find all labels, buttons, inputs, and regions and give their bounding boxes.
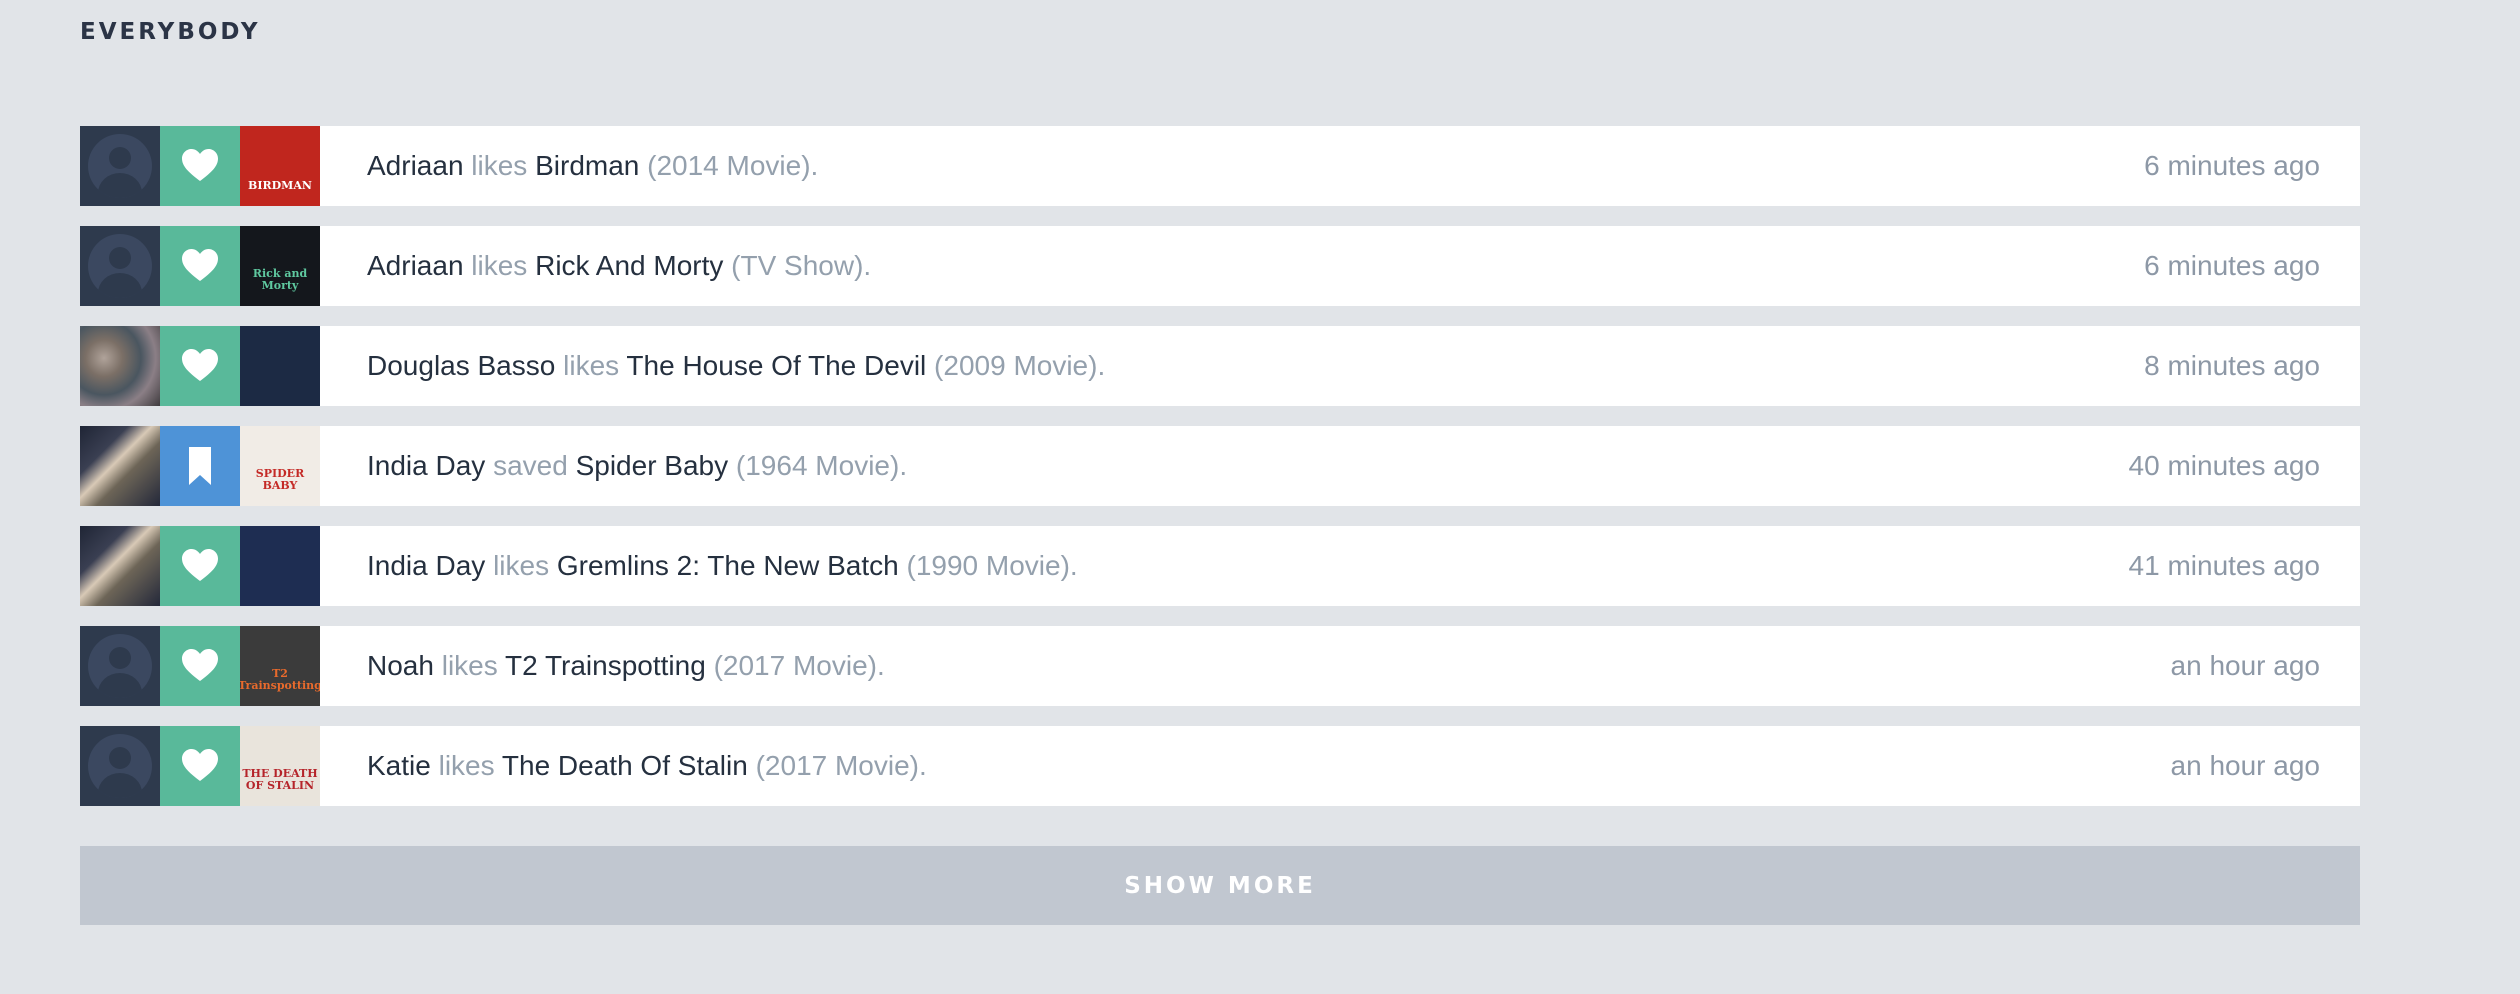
user-placeholder-icon xyxy=(88,734,152,798)
user-avatar[interactable] xyxy=(80,726,160,806)
user-placeholder-icon xyxy=(88,134,152,198)
item-meta: (TV Show). xyxy=(731,250,872,281)
action-badge xyxy=(160,326,240,406)
timestamp: 8 minutes ago xyxy=(2144,350,2320,381)
user-name[interactable]: Douglas Basso xyxy=(367,350,555,381)
feed-item[interactable]: SPIDER BABY India Day saved Spider Baby … xyxy=(80,426,2360,506)
activity-text: Noah likes T2 Trainspotting (2017 Movie)… xyxy=(367,650,885,682)
poster-title: T2 Trainspotting xyxy=(240,667,320,692)
item-meta: (1990 Movie). xyxy=(906,550,1078,581)
poster-title: THE DEATH OF STALIN xyxy=(242,767,318,792)
feed-item[interactable]: Douglas Basso likes The House Of The Dev… xyxy=(80,326,2360,406)
feed-item[interactable]: India Day likes Gremlins 2: The New Batc… xyxy=(80,526,2360,606)
user-avatar[interactable] xyxy=(80,226,160,306)
item-title[interactable]: T2 Trainspotting xyxy=(505,650,706,681)
feed-item[interactable]: T2 Trainspotting Noah likes T2 Trainspot… xyxy=(80,626,2360,706)
action-badge xyxy=(160,626,240,706)
user-name[interactable]: Katie xyxy=(367,750,431,781)
action-badge xyxy=(160,426,240,506)
poster-thumbnail[interactable] xyxy=(240,526,320,606)
feed-item[interactable]: Rick and Morty Adriaan likes Rick And Mo… xyxy=(80,226,2360,306)
activity-text: Adriaan likes Rick And Morty (TV Show). xyxy=(367,250,871,282)
user-name[interactable]: India Day xyxy=(367,450,485,481)
item-title[interactable]: The House Of The Devil xyxy=(626,350,926,381)
item-meta: (2014 Movie). xyxy=(647,150,819,181)
activity-verb: saved xyxy=(493,450,568,481)
item-meta: (1964 Movie). xyxy=(735,450,908,481)
timestamp: 41 minutes ago xyxy=(2128,550,2320,581)
action-badge xyxy=(160,226,240,306)
poster-thumbnail[interactable]: BIRDMAN xyxy=(240,126,320,206)
heart-icon xyxy=(182,649,218,681)
activity-text: Katie likes The Death Of Stalin (2017 Mo… xyxy=(367,750,927,782)
poster-thumbnail[interactable]: T2 Trainspotting xyxy=(240,626,320,706)
timestamp: an hour ago xyxy=(2170,750,2320,781)
activity-verb: likes xyxy=(441,650,498,681)
activity-text: India Day likes Gremlins 2: The New Batc… xyxy=(367,550,1078,582)
user-name[interactable]: India Day xyxy=(367,550,485,581)
activity-verb: likes xyxy=(471,250,528,281)
item-meta: (2017 Movie). xyxy=(713,650,885,681)
poster-thumbnail[interactable]: SPIDER BABY xyxy=(240,426,320,506)
show-more-button[interactable]: SHOW MORE xyxy=(80,846,2360,925)
poster-title: Rick and Morty xyxy=(252,267,308,292)
feed-item[interactable]: BIRDMAN Adriaan likes Birdman (2014 Movi… xyxy=(80,126,2360,206)
heart-icon xyxy=(182,549,218,581)
activity-verb: likes xyxy=(438,750,495,781)
user-placeholder-icon xyxy=(88,234,152,298)
item-title[interactable]: Gremlins 2: The New Batch xyxy=(557,550,899,581)
heart-icon xyxy=(182,249,218,281)
activity-feed: BIRDMAN Adriaan likes Birdman (2014 Movi… xyxy=(80,126,2360,826)
activity-verb: likes xyxy=(493,550,550,581)
item-meta: (2017 Movie). xyxy=(755,750,927,781)
heart-icon xyxy=(182,349,218,381)
bookmark-icon xyxy=(189,447,211,485)
poster-title: BIRDMAN xyxy=(248,179,312,192)
action-badge xyxy=(160,126,240,206)
item-meta: (2009 Movie). xyxy=(934,350,1106,381)
poster-title: SPIDER BABY xyxy=(255,467,305,492)
user-avatar[interactable] xyxy=(80,326,160,406)
activity-text: Douglas Basso likes The House Of The Dev… xyxy=(367,350,1105,382)
item-title[interactable]: Birdman xyxy=(535,150,639,181)
timestamp: 40 minutes ago xyxy=(2128,450,2320,481)
poster-thumbnail[interactable]: Rick and Morty xyxy=(240,226,320,306)
activity-verb: likes xyxy=(563,350,620,381)
user-avatar[interactable] xyxy=(80,626,160,706)
section-title: EVERYBODY xyxy=(80,19,261,45)
action-badge xyxy=(160,526,240,606)
timestamp: an hour ago xyxy=(2170,650,2320,681)
poster-thumbnail[interactable] xyxy=(240,326,320,406)
user-placeholder-icon xyxy=(88,634,152,698)
feed-item[interactable]: THE DEATH OF STALIN Katie likes The Deat… xyxy=(80,726,2360,806)
activity-text: Adriaan likes Birdman (2014 Movie). xyxy=(367,150,818,182)
timestamp: 6 minutes ago xyxy=(2144,150,2320,181)
action-badge xyxy=(160,726,240,806)
user-name[interactable]: Noah xyxy=(367,650,434,681)
activity-text: India Day saved Spider Baby (1964 Movie)… xyxy=(367,450,907,482)
heart-icon xyxy=(182,149,218,181)
heart-icon xyxy=(182,749,218,781)
user-avatar[interactable] xyxy=(80,126,160,206)
poster-thumbnail[interactable]: THE DEATH OF STALIN xyxy=(240,726,320,806)
user-avatar[interactable] xyxy=(80,426,160,506)
user-name[interactable]: Adriaan xyxy=(367,250,464,281)
user-avatar[interactable] xyxy=(80,526,160,606)
activity-verb: likes xyxy=(471,150,528,181)
timestamp: 6 minutes ago xyxy=(2144,250,2320,281)
user-name[interactable]: Adriaan xyxy=(367,150,464,181)
item-title[interactable]: Rick And Morty xyxy=(535,250,723,281)
item-title[interactable]: The Death Of Stalin xyxy=(502,750,748,781)
item-title[interactable]: Spider Baby xyxy=(576,450,729,481)
